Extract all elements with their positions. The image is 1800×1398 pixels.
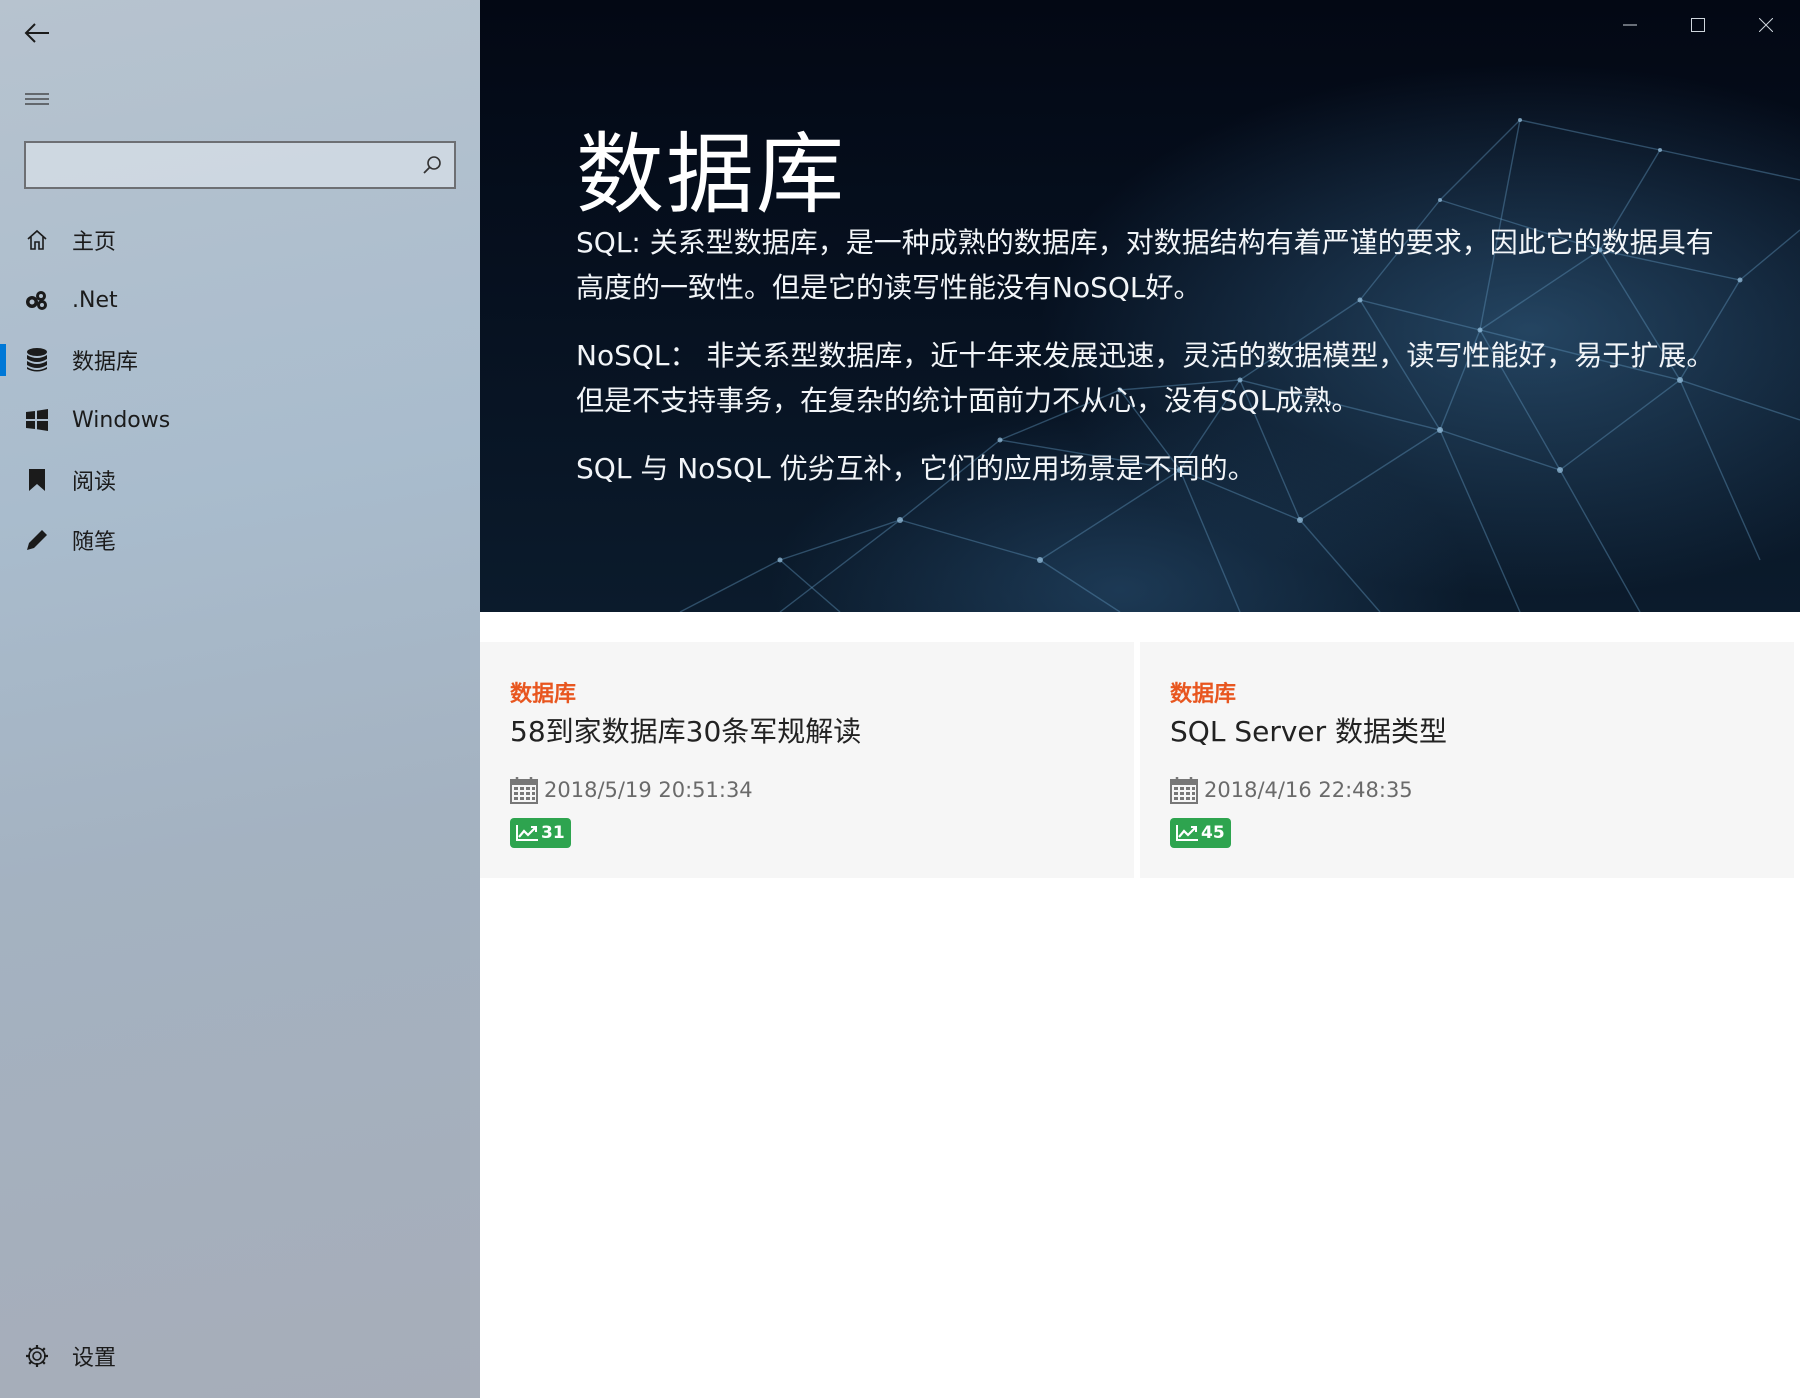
- gear-icon: [22, 1341, 52, 1371]
- sidebar-item-label: 数据库: [72, 350, 139, 375]
- sidebar-item-database[interactable]: 数据库: [0, 330, 480, 390]
- main-content: 数据库 SQL: 关系型数据库，是一种成熟的数据库，对数据结构有着严谨的要求，因…: [480, 0, 1800, 1398]
- dotnet-icon: [22, 285, 52, 315]
- sidebar-item-windows[interactable]: Windows: [0, 390, 480, 450]
- calendar-icon: [510, 777, 538, 804]
- hero-banner: 数据库 SQL: 关系型数据库，是一种成熟的数据库，对数据结构有着严谨的要求，因…: [480, 0, 1800, 612]
- article-category: 数据库: [510, 682, 577, 707]
- article-card[interactable]: 数据库 SQL Server 数据类型 2018/4/16 22:48:35 4…: [1140, 642, 1794, 878]
- navigation-pane: 主页 .Net 数据库 Windows 阅读 随笔 设置: [0, 0, 480, 1398]
- settings-label: 设置: [72, 1346, 117, 1371]
- article-date-row: 2018/4/16 22:48:35: [1170, 776, 1413, 804]
- article-category: 数据库: [1170, 682, 1237, 707]
- view-count: 31: [541, 823, 565, 843]
- search-icon: [423, 156, 441, 174]
- sidebar-item-dotnet[interactable]: .Net: [0, 270, 480, 330]
- settings-button[interactable]: 设置: [0, 1326, 480, 1386]
- hamburger-icon: [25, 93, 49, 105]
- description-paragraph: NoSQL： 非关系型数据库，近十年来发展迅速，灵活的数据模型，读写性能好，易于…: [576, 339, 1715, 417]
- sidebar-item-label: 随笔: [72, 530, 117, 555]
- sidebar-item-label: Windows: [72, 407, 171, 433]
- sidebar-item-notes[interactable]: 随笔: [0, 510, 480, 570]
- view-count: 45: [1201, 823, 1225, 843]
- back-arrow-icon: [24, 23, 49, 43]
- menu-toggle-button[interactable]: [22, 86, 52, 112]
- article-list: 数据库 58到家数据库30条军规解读 2018/5/19 20:51:34 31…: [480, 642, 1800, 878]
- close-icon: [1759, 18, 1773, 32]
- windows-icon: [22, 405, 52, 435]
- description-paragraph: SQL 与 NoSQL 优劣互补，它们的应用场景是不同的。: [576, 452, 1256, 485]
- article-date-row: 2018/5/19 20:51:34: [510, 776, 753, 804]
- back-button[interactable]: [22, 18, 52, 48]
- article-title[interactable]: 58到家数据库30条军规解读: [510, 710, 861, 750]
- article-card[interactable]: 数据库 58到家数据库30条军规解读 2018/5/19 20:51:34 31: [480, 642, 1134, 878]
- article-date: 2018/5/19 20:51:34: [544, 778, 753, 802]
- close-button[interactable]: [1732, 0, 1800, 50]
- home-icon: [22, 225, 52, 255]
- calendar-icon: [1170, 777, 1198, 804]
- view-count-badge: 31: [510, 818, 571, 848]
- category-description: SQL: 关系型数据库，是一种成熟的数据库，对数据结构有着严谨的要求，因此它的数…: [576, 220, 1716, 514]
- minimize-button[interactable]: [1596, 0, 1664, 50]
- sidebar-item-reading[interactable]: 阅读: [0, 450, 480, 510]
- maximize-button[interactable]: [1664, 0, 1732, 50]
- app-window: 主页 .Net 数据库 Windows 阅读 随笔 设置 数据库 SQL: 关系…: [0, 0, 1800, 1398]
- pencil-icon: [22, 525, 52, 555]
- maximize-icon: [1691, 18, 1705, 32]
- minimize-icon: [1623, 24, 1637, 26]
- view-count-badge: 45: [1170, 818, 1231, 848]
- sidebar-item-label: 阅读: [72, 470, 117, 495]
- article-date: 2018/4/16 22:48:35: [1204, 778, 1413, 802]
- trend-chart-icon: [516, 825, 538, 841]
- window-controls: [1596, 0, 1800, 50]
- sidebar-item-label: .Net: [72, 287, 118, 313]
- nav-list: 主页 .Net 数据库 Windows 阅读 随笔: [0, 210, 480, 570]
- search-input[interactable]: [26, 143, 406, 187]
- page-title: 数据库: [576, 123, 847, 226]
- article-title[interactable]: SQL Server 数据类型: [1170, 710, 1447, 750]
- sidebar-item-label: 主页: [72, 230, 117, 255]
- trend-chart-icon: [1176, 825, 1198, 841]
- sidebar-item-home[interactable]: 主页: [0, 210, 480, 270]
- description-paragraph: SQL: 关系型数据库，是一种成熟的数据库，对数据结构有着严谨的要求，因此它的数…: [576, 226, 1714, 304]
- database-icon: [22, 345, 52, 375]
- bookmark-icon: [22, 465, 52, 495]
- search-button[interactable]: [420, 153, 444, 177]
- search-box: [24, 141, 456, 189]
